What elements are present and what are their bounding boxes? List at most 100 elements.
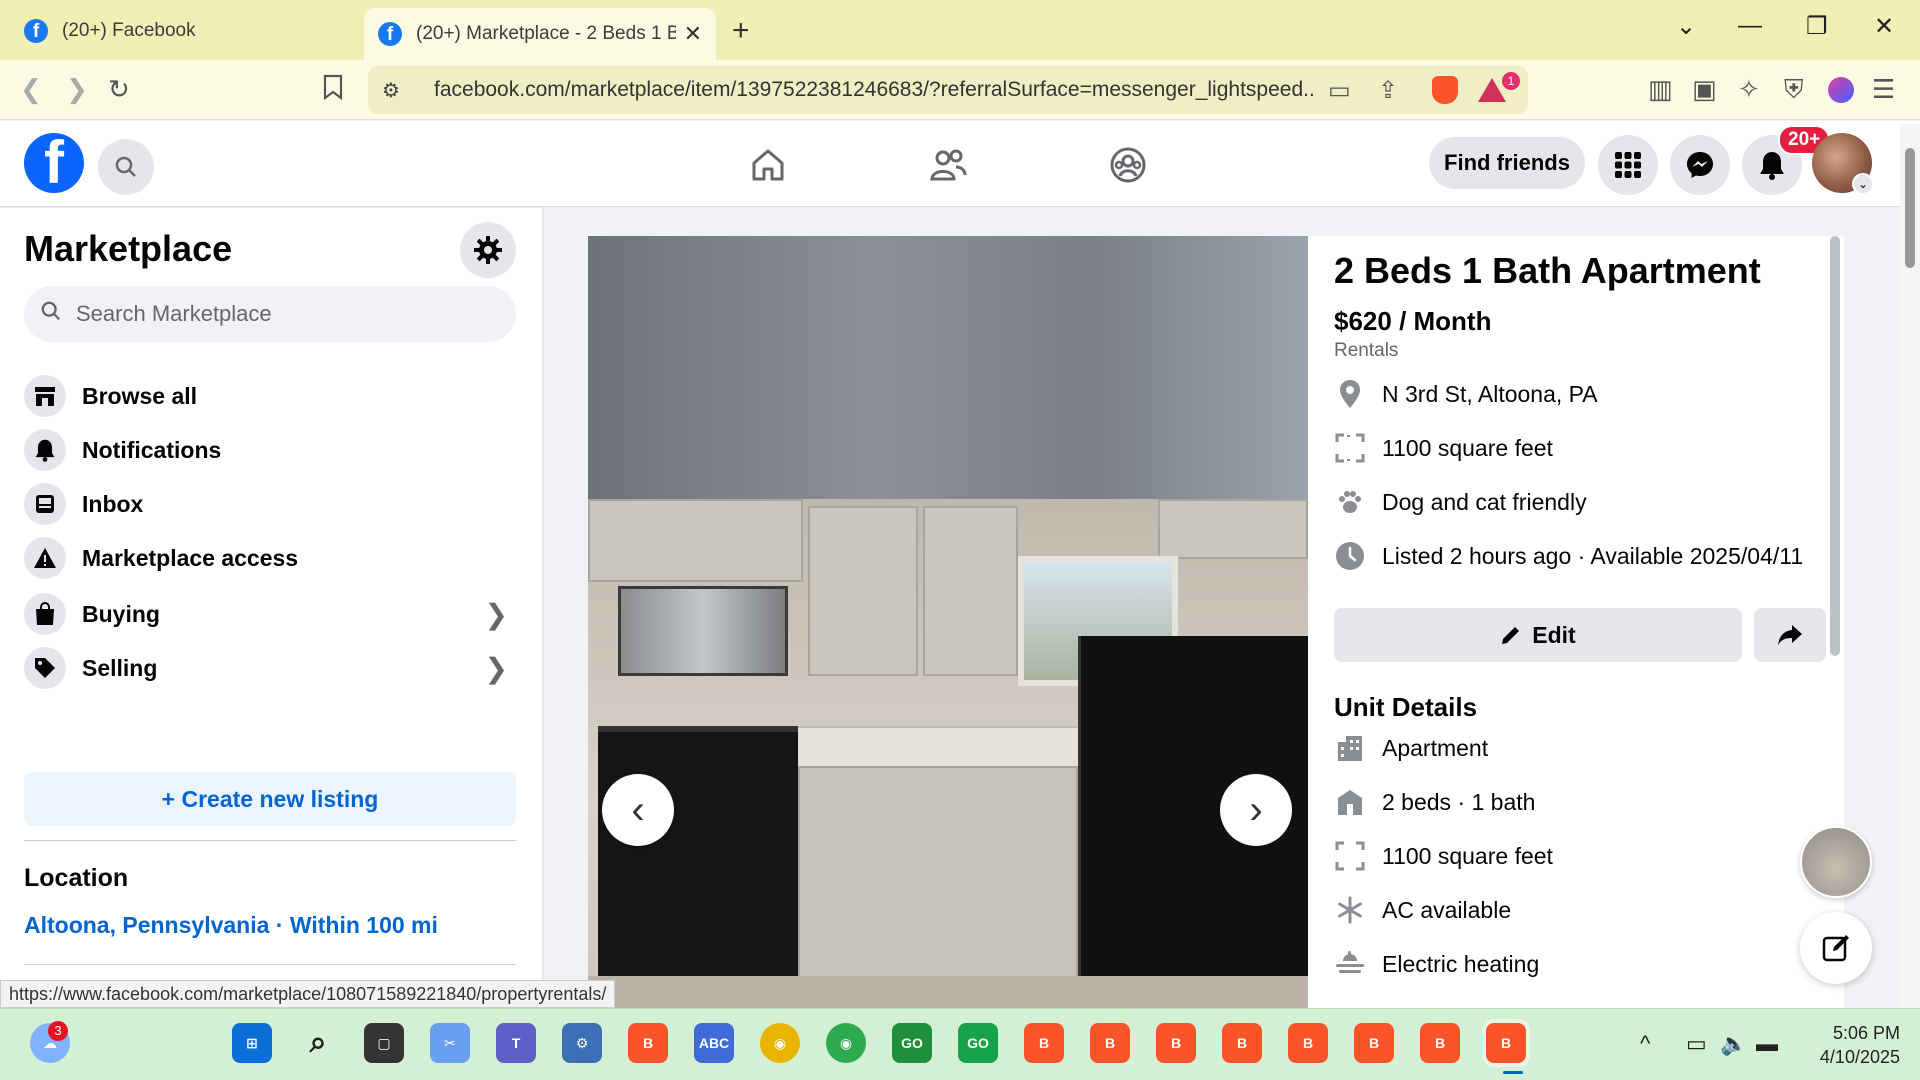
brave-profile-6-icon[interactable]: B — [1354, 1023, 1394, 1063]
brave-profile-2-icon[interactable]: B — [1090, 1023, 1130, 1063]
minimize-button[interactable]: — — [1738, 12, 1762, 40]
gologin-icon[interactable]: GO — [892, 1023, 932, 1063]
clock-time: 5:06 PM — [1832, 1023, 1900, 1043]
sidebar-item-inbox[interactable]: Inbox — [24, 476, 524, 532]
page-scrollbar[interactable] — [1900, 124, 1920, 1008]
sidebar-item-buying[interactable]: Buying ❯ — [24, 586, 524, 642]
sidebar-item-notifications[interactable]: Notifications — [24, 422, 524, 478]
address-bar[interactable]: ⚙ facebook.com/marketplace/item/13975223… — [368, 66, 1528, 114]
brave-browser-icon[interactable]: B — [628, 1023, 668, 1063]
brave-shields-icon[interactable] — [1432, 76, 1458, 104]
unit-detail-size: 1100 square feet — [1334, 836, 1553, 876]
home-nav-icon[interactable] — [744, 141, 792, 189]
bed-icon — [1334, 786, 1366, 818]
friends-nav-icon[interactable] — [924, 141, 972, 189]
brave-profile-7-icon[interactable]: B — [1420, 1023, 1460, 1063]
settings-button[interactable] — [460, 222, 516, 278]
detail-text: AC available — [1382, 896, 1512, 923]
create-new-listing-button[interactable]: + Create new listing — [24, 772, 516, 826]
building-icon — [1334, 732, 1366, 764]
leo-ai-icon[interactable]: ✧ — [1738, 74, 1760, 105]
share-listing-button[interactable] — [1754, 608, 1826, 662]
listing-category[interactable]: Rentals — [1334, 340, 1398, 362]
sidebar-toggle-icon[interactable]: ▥ — [1648, 74, 1673, 105]
taskbar-clock[interactable]: 5:06 PM 4/10/2025 — [1800, 1021, 1900, 1069]
sidebar-item-browse-all[interactable]: Browse all — [24, 368, 524, 424]
tab-title: (20+) Facebook — [62, 20, 196, 41]
share-page-icon[interactable]: ⇪ — [1378, 76, 1398, 105]
gologin-profile-icon[interactable]: GO — [958, 1023, 998, 1063]
chat-head-avatar[interactable] — [1800, 826, 1872, 898]
gear-icon — [474, 236, 502, 264]
vpn-shield-icon[interactable]: ⛨ — [1784, 74, 1804, 106]
rewards-badge: 1 — [1502, 72, 1520, 90]
new-message-button[interactable] — [1800, 912, 1872, 984]
volume-icon[interactable]: 🔈 — [1720, 1031, 1747, 1057]
brave-profile-5-icon[interactable]: B — [1288, 1023, 1328, 1063]
photo-ceiling — [588, 236, 1308, 499]
reload-icon[interactable]: ↻ — [108, 74, 130, 105]
menu-icon[interactable]: ☰ — [1872, 74, 1895, 105]
groups-nav-icon[interactable] — [1104, 141, 1152, 189]
chevron-down-icon[interactable]: ⌄ — [1852, 173, 1874, 195]
profile-icon[interactable] — [1828, 77, 1854, 103]
scrollbar-thumb[interactable] — [1905, 148, 1915, 268]
listing-photo[interactable] — [588, 236, 1308, 1008]
battery-icon[interactable]: ▬ — [1756, 1031, 1778, 1057]
snipping-tool-icon[interactable]: ✂ — [430, 1023, 470, 1063]
wallet-icon[interactable]: ▣ — [1692, 74, 1717, 105]
edit-label: Edit — [1532, 621, 1576, 648]
brave-profile-3-icon[interactable]: B — [1156, 1023, 1196, 1063]
url-text[interactable]: facebook.com/marketplace/item/1397522381… — [434, 78, 1314, 102]
sidebar-item-selling[interactable]: Selling ❯ — [24, 640, 524, 696]
chrome-profile-icon[interactable]: ◉ — [826, 1023, 866, 1063]
task-view-icon[interactable]: ▢ — [364, 1023, 404, 1063]
info-panel-scrollbar[interactable] — [1830, 236, 1840, 656]
menu-button[interactable] — [1598, 135, 1658, 195]
teams-icon[interactable]: T — [496, 1023, 536, 1063]
marketplace-search-input[interactable]: Search Marketplace — [24, 286, 516, 342]
next-photo-button[interactable]: › — [1220, 774, 1292, 846]
edit-listing-button[interactable]: Edit — [1334, 608, 1742, 662]
abc-proxy-icon[interactable]: ABC — [694, 1023, 734, 1063]
browser-toolbar: ❮ ❯ ↻ ⚙ facebook.com/marketplace/item/13… — [0, 60, 1920, 120]
location-link[interactable]: Altoona, Pennsylvania · Within 100 mi — [24, 912, 438, 939]
tab-search-chevron-icon[interactable]: ⌄ — [1676, 12, 1696, 41]
browser-tab-marketplace[interactable]: f (20+) Marketplace - 2 Beds 1 Ba ✕ — [364, 8, 716, 60]
brave-profile-4-icon[interactable]: B — [1222, 1023, 1262, 1063]
site-settings-icon[interactable]: ⚙ — [382, 78, 412, 103]
network-icon[interactable]: ▭ — [1686, 1031, 1707, 1057]
upper-cabinet — [588, 499, 803, 582]
network-app-icon[interactable]: ⚙ — [562, 1023, 602, 1063]
windows-start-icon[interactable]: ⊞ — [232, 1023, 272, 1063]
facebook-favicon-icon: f — [378, 22, 402, 46]
back-icon[interactable]: ❮ — [20, 74, 42, 105]
chevron-right-icon: ❯ — [484, 652, 508, 684]
weather-badge: 3 — [48, 1021, 68, 1041]
inbox-icon — [24, 483, 66, 525]
search-icon — [40, 300, 64, 328]
restore-button[interactable]: ❐ — [1806, 12, 1828, 41]
unit-detail-ac: AC available — [1334, 890, 1511, 930]
sidebar-item-marketplace-access[interactable]: Marketplace access — [24, 530, 524, 586]
chrome-icon[interactable]: ◉ — [760, 1023, 800, 1063]
find-friends-button[interactable]: Find friends — [1429, 137, 1585, 189]
detail-text: Apartment — [1382, 734, 1489, 761]
browser-tab-facebook[interactable]: f (20+) Facebook — [10, 8, 350, 54]
forward-icon[interactable]: ❯ — [66, 74, 88, 105]
sidebar-item-label: Browse all — [82, 382, 198, 409]
messenger-button[interactable] — [1670, 135, 1730, 195]
search-icon[interactable]: ⌕ — [298, 1023, 338, 1063]
detail-text: N 3rd St, Altoona, PA — [1382, 380, 1598, 407]
new-tab-button[interactable]: + — [732, 14, 750, 48]
tray-overflow-icon[interactable]: ^ — [1640, 1031, 1650, 1057]
facebook-logo-icon[interactable]: f — [24, 133, 84, 193]
bookmark-icon[interactable] — [322, 74, 344, 107]
previous-photo-button[interactable]: ‹ — [602, 774, 674, 846]
brave-profile-1-icon[interactable]: B — [1024, 1023, 1064, 1063]
brave-profile-active-icon[interactable]: B — [1486, 1023, 1526, 1063]
close-tab-icon[interactable]: ✕ — [684, 21, 702, 47]
cast-icon[interactable]: ▭ — [1328, 76, 1351, 105]
search-button[interactable] — [98, 139, 154, 195]
close-window-button[interactable]: ✕ — [1874, 12, 1894, 41]
